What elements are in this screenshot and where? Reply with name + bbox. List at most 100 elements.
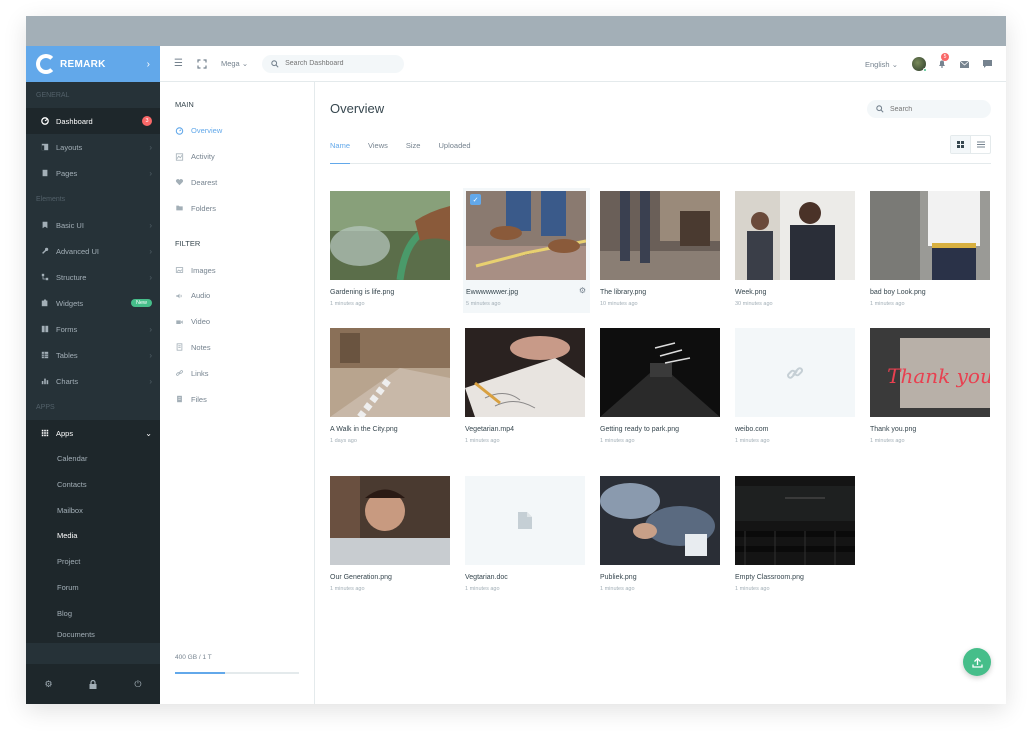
media-card[interactable]: Vegtarian.doc 1 minutes ago: [465, 476, 587, 592]
sketching-hand-photo: [465, 328, 585, 417]
man-at-laptop-photo: [330, 476, 450, 565]
media-card[interactable]: The library.png 10 minutes ago: [600, 191, 722, 307]
lock-icon[interactable]: [89, 679, 97, 689]
sidebar-subitem-documents[interactable]: Documents: [26, 627, 160, 643]
sidebar-subitem-blog[interactable]: Blog: [26, 601, 160, 627]
media-card[interactable]: weibo.com 1 minutes ago: [735, 328, 857, 444]
dashboard-icon: [41, 117, 49, 125]
media-card[interactable]: Week.png 30 minutes ago: [735, 191, 857, 307]
sidebar-item-dashboard[interactable]: Dashboard 3: [26, 108, 160, 134]
media-name: Vegtarian.doc: [465, 574, 508, 581]
user-avatar[interactable]: [912, 57, 927, 72]
browser-strip: [26, 16, 1006, 46]
panel-item-images[interactable]: Images: [160, 257, 314, 283]
tab-uploaded[interactable]: Uploaded: [438, 136, 470, 164]
sidebar-item-tables[interactable]: Tables ›: [26, 342, 160, 368]
sort-tabs: Name Views Size Uploaded: [330, 136, 991, 164]
media-thumbnail: [735, 328, 855, 417]
media-thumbnail: [870, 191, 990, 280]
panel-item-video[interactable]: Video: [160, 309, 314, 335]
puzzle-icon: [41, 299, 48, 307]
panel-item-overview[interactable]: Overview: [160, 118, 314, 144]
fullscreen-icon[interactable]: [197, 58, 207, 69]
sidebar-item-forms[interactable]: Forms ›: [26, 316, 160, 342]
sidebar-item-structure[interactable]: Structure ›: [26, 264, 160, 290]
sidebar-item-widgets[interactable]: Widgets New: [26, 290, 160, 316]
media-card[interactable]: Thank you Thank you.png 1 minutes ago: [870, 328, 992, 444]
media-card[interactable]: Our Generation.png 1 minutes ago: [330, 476, 452, 592]
media-card[interactable]: Vegetarian.mp4 1 minutes ago: [465, 328, 587, 444]
sidebar-subitem-media[interactable]: Media: [26, 523, 160, 549]
media-card[interactable]: bad boy Look.png 1 minutes ago: [870, 191, 992, 307]
library-photo: [600, 191, 720, 280]
sidebar-footer: ⚙ ⏻: [26, 664, 160, 704]
chat-icon[interactable]: [983, 60, 992, 68]
panel-item-files[interactable]: Files: [160, 386, 314, 412]
sidebar-item-layouts[interactable]: Layouts ›: [26, 134, 160, 160]
sidebar-item-advanced-ui[interactable]: Advanced UI ›: [26, 238, 160, 264]
page-icon: [42, 169, 48, 177]
dashboard-search[interactable]: [262, 54, 405, 73]
mail-icon[interactable]: [960, 60, 969, 68]
grid-view-button[interactable]: [951, 136, 971, 153]
tab-views[interactable]: Views: [368, 136, 388, 164]
panel-item-dearest[interactable]: Dearest: [160, 170, 314, 196]
list-view-button[interactable]: [971, 136, 990, 153]
panel-item-audio[interactable]: Audio: [160, 283, 314, 309]
sidebar-item-charts[interactable]: Charts ›: [26, 368, 160, 394]
panel-item-links[interactable]: Links: [160, 360, 314, 386]
media-name: Vegetarian.mp4: [465, 426, 515, 433]
media-name: Publiek.png: [600, 574, 637, 581]
panel-item-folders[interactable]: Folders: [160, 195, 314, 221]
media-main: Overview Name Views Size Uploaded: [315, 82, 1006, 704]
man-against-wall-photo: [870, 191, 990, 280]
dashboard-search-input[interactable]: [285, 60, 396, 67]
media-card[interactable]: Empty Classroom.png 1 minutes ago: [735, 476, 857, 592]
upload-button[interactable]: [963, 648, 991, 676]
media-card[interactable]: Getting ready to park.png 1 minutes ago: [600, 328, 722, 444]
media-name: Gardening is life.png: [330, 289, 395, 296]
sidebar-subitem-project[interactable]: Project: [26, 549, 160, 575]
panel-item-label: Audio: [191, 291, 211, 301]
brand-bar[interactable]: REMARK ›: [26, 46, 160, 82]
list-view-icon: [976, 141, 985, 148]
sidebar-item-label: Charts: [56, 376, 79, 386]
chevron-down-icon: ⌄: [145, 428, 152, 438]
tab-size[interactable]: Size: [406, 136, 421, 164]
gear-icon[interactable]: ⚙: [44, 679, 52, 690]
media-card[interactable]: Publiek.png 1 minutes ago: [600, 476, 722, 592]
garden-hose-photo: [330, 191, 450, 280]
sidebar-category-general: GENERAL: [36, 92, 70, 99]
folder-icon: [176, 205, 183, 211]
sidebar-item-basic-ui[interactable]: Basic UI ›: [26, 212, 160, 238]
power-icon[interactable]: ⏻: [134, 679, 141, 690]
sidebar-item-pages[interactable]: Pages ›: [26, 160, 160, 186]
sidebar-subitem-mailbox[interactable]: Mailbox: [26, 498, 160, 524]
notifications-button[interactable]: 5: [938, 52, 949, 70]
apps-submenu: Calendar Contacts Mailbox Media Project …: [26, 446, 160, 643]
chevron-right-icon: ›: [149, 142, 152, 152]
sidebar-subitem-contacts[interactable]: Contacts: [26, 472, 160, 498]
hamburger-menu-icon[interactable]: ☰: [174, 58, 183, 69]
activity-icon: [175, 153, 184, 161]
media-card[interactable]: A Walk in the City.png 1 days ago: [330, 328, 452, 444]
panel-item-label: Overview: [191, 126, 223, 136]
file-icon: [177, 395, 182, 403]
media-search-input[interactable]: [890, 105, 980, 113]
media-card[interactable]: Gardening is life.png 1 minutes ago: [330, 191, 452, 307]
chevron-right-icon: ›: [149, 350, 152, 360]
panel-item-activity[interactable]: Activity: [160, 144, 314, 170]
sidebar-item-apps[interactable]: Apps ⌄: [26, 420, 160, 446]
tab-name[interactable]: Name: [330, 136, 351, 164]
panel-item-notes[interactable]: Notes: [160, 335, 314, 361]
bookmark-icon: [42, 221, 48, 229]
media-search[interactable]: [867, 100, 991, 118]
chevron-right-icon[interactable]: ›: [147, 59, 150, 70]
language-selector[interactable]: English ⌄: [865, 60, 898, 69]
sidebar-subitem-calendar[interactable]: Calendar: [26, 446, 160, 472]
selected-checkmark-icon[interactable]: ✓: [470, 194, 481, 205]
media-card-selected[interactable]: ✓ Ewwwwwwer.jpg 5 minutes ago ⚙: [463, 188, 590, 313]
mega-menu-toggle[interactable]: Mega ⌄: [221, 59, 248, 68]
gear-icon[interactable]: ⚙: [579, 286, 586, 295]
sidebar-subitem-forum[interactable]: Forum: [26, 575, 160, 601]
